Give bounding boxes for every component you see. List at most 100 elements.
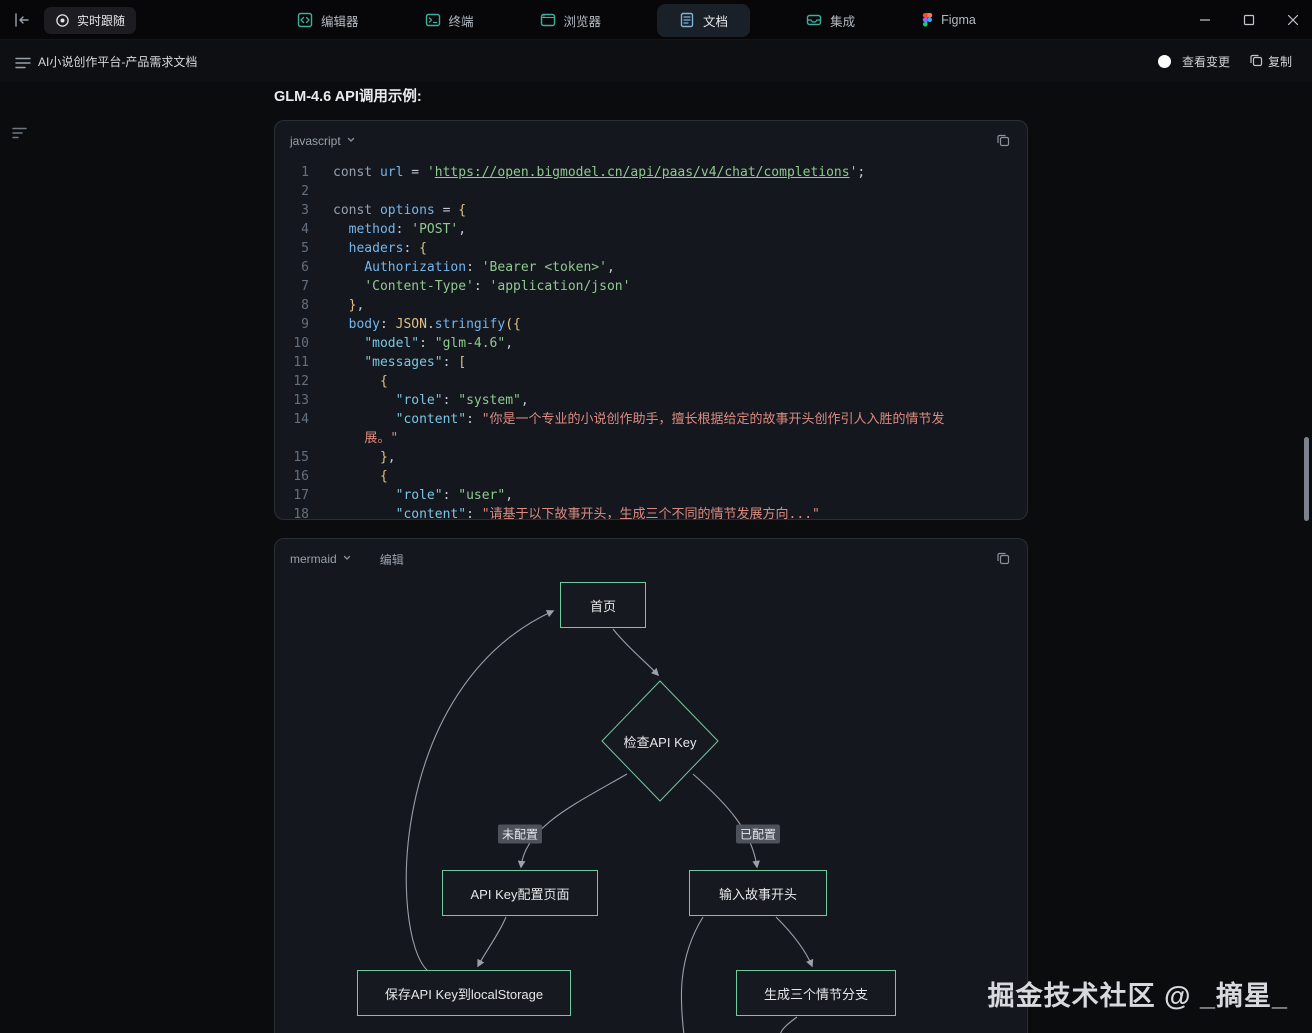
copy-document-button[interactable]: 复制 [1249, 53, 1292, 70]
line-number: 8 [301, 298, 309, 313]
view-changes-toggle[interactable] [1157, 54, 1171, 68]
tab-terminal[interactable]: 终端 [415, 4, 484, 37]
line-number: 6 [301, 260, 309, 275]
doc-toolbar: AI小说创作平台-产品需求文档 查看变更 复制 [0, 40, 1312, 82]
code-text: "model": "glm-4.6", [364, 336, 514, 351]
editor-icon [297, 12, 313, 28]
collapse-left-icon[interactable] [12, 11, 32, 29]
code-text: { [379, 374, 388, 389]
maximize-button[interactable] [1240, 11, 1258, 29]
code-line: 16 { [275, 467, 1013, 486]
integrations-icon [806, 12, 822, 28]
line-number: 15 [293, 450, 309, 465]
code-text: method: 'POST', [348, 222, 467, 237]
tab-label: Figma [941, 13, 976, 27]
flow-edge [775, 916, 814, 968]
mermaid-edit-button[interactable]: 编辑 [380, 551, 404, 568]
topbar-left: 实时跟随 [12, 0, 137, 40]
close-button[interactable] [1284, 11, 1302, 29]
line-number [275, 429, 309, 448]
code-text: "role": "system", [395, 393, 529, 408]
line-number: 1 [301, 165, 309, 180]
mermaid-block-panel: 首页检查API Key API Key配置页面 输入故事开头保存API Key到lo… [274, 538, 1028, 1033]
code-text: "content": "你是一个专业的小说创作助手，擅长根据给定的故事开头创作引… [395, 412, 945, 427]
code-text: "messages": [ [364, 355, 467, 370]
code-line: 3 const options = { [275, 201, 1013, 220]
code-text: body: JSON.stringify({ [348, 317, 521, 332]
code-lines: 1 const url = 'https://open.bigmodel.cn/a… [275, 161, 1027, 520]
code-line: 4 method: 'POST', [275, 220, 1013, 239]
line-number: 17 [293, 488, 309, 503]
node-home: 首页 [560, 582, 646, 628]
code-line: 12 { [275, 372, 1013, 391]
docs-icon [679, 12, 695, 28]
minimize-button[interactable] [1196, 11, 1214, 29]
flow-edge [477, 916, 507, 968]
code-text: Authorization: 'Bearer <token>', [364, 260, 615, 275]
code-text: 'Content-Type': 'application/json' [364, 279, 631, 294]
code-text: { [379, 469, 388, 484]
node-save-api-key: 保存API Key到localStorage [357, 970, 571, 1016]
mermaid-language-label: mermaid [290, 552, 337, 566]
tab-label: 文档 [703, 14, 729, 29]
code-text: 展。" [364, 431, 399, 446]
topbar: 实时跟随 编辑器 终端 浏览器 文档 集成 Figma [0, 0, 1312, 40]
line-number: 12 [293, 374, 309, 389]
code-line: 6 Authorization: 'Bearer <token>', [275, 258, 1013, 277]
scrollbar-thumb[interactable] [1304, 437, 1309, 521]
watermark: 掘金技术社区 @ _摘星_ [987, 981, 1288, 1011]
node-generate-three-branches: 生成三个情节分支 [736, 970, 896, 1016]
code-line: 展。" [275, 429, 1013, 448]
flow-edge [680, 916, 704, 1033]
code-text: }, [379, 450, 396, 465]
node-api-key-config-page: API Key配置页面 [442, 870, 598, 916]
tab-label: 集成 [830, 14, 856, 29]
copy-icon [1249, 53, 1263, 70]
tab-label: 终端 [448, 14, 474, 29]
code-text: }, [348, 298, 365, 313]
terminal-icon [425, 12, 441, 28]
tab-label: 编辑器 [321, 14, 359, 29]
view-changes-label[interactable]: 查看变更 [1182, 53, 1230, 70]
code-line: 9 body: JSON.stringify({ [275, 315, 1013, 334]
line-number: 16 [293, 469, 309, 484]
flowchart: 首页检查API Key API Key配置页面 输入故事开头保存API Key到lo… [275, 539, 1027, 1033]
code-text: const options = { [333, 203, 467, 218]
chevron-down-icon [342, 552, 352, 566]
node-check-api-key: 检查API Key [601, 680, 719, 802]
copy-label: 复制 [1267, 54, 1292, 69]
mermaid-language-select[interactable]: mermaid [290, 552, 352, 566]
line-number: 7 [301, 279, 309, 294]
tab-browser[interactable]: 浏览器 [530, 4, 612, 37]
tab-editor[interactable]: 编辑器 [287, 4, 369, 37]
line-number: 3 [301, 203, 309, 218]
code-line: 11 "messages": [ [275, 353, 1013, 372]
code-language-label: javascript [290, 134, 341, 148]
topbar-tabs: 编辑器 终端 浏览器 文档 集成 Figma [287, 0, 986, 40]
copy-mermaid-button[interactable] [994, 549, 1012, 570]
edge-label: 未配置 [497, 824, 543, 844]
edge-label: 已配置 [735, 824, 781, 844]
line-number: 2 [301, 184, 309, 199]
tab-figma[interactable]: Figma [911, 5, 986, 35]
flow-edge [405, 610, 555, 971]
tab-docs[interactable]: 文档 [657, 3, 751, 37]
doc-list-icon[interactable] [13, 54, 33, 72]
tab-integrations[interactable]: 集成 [796, 4, 865, 37]
line-number: 13 [293, 393, 309, 408]
outline-toggle-icon[interactable] [12, 127, 28, 142]
code-panel-header: javascript [275, 121, 1027, 161]
live-follow-label: 实时跟随 [77, 13, 126, 28]
code-language-select[interactable]: javascript [290, 134, 356, 148]
code-line: 2 [275, 182, 1013, 201]
line-number: 9 [301, 317, 309, 332]
code-line: 5 headers: { [275, 239, 1013, 258]
code-text: "content": "请基于以下故事开头，生成三个不同的情节发展方向..." [395, 507, 820, 520]
chevron-down-icon [346, 134, 356, 148]
code-text: headers: { [348, 241, 427, 256]
mermaid-panel-header: mermaid 编辑 [275, 539, 1027, 579]
node-input-story-opening: 输入故事开头 [689, 870, 827, 916]
copy-code-button[interactable] [994, 131, 1012, 152]
live-follow-button[interactable]: 实时跟随 [44, 6, 137, 34]
